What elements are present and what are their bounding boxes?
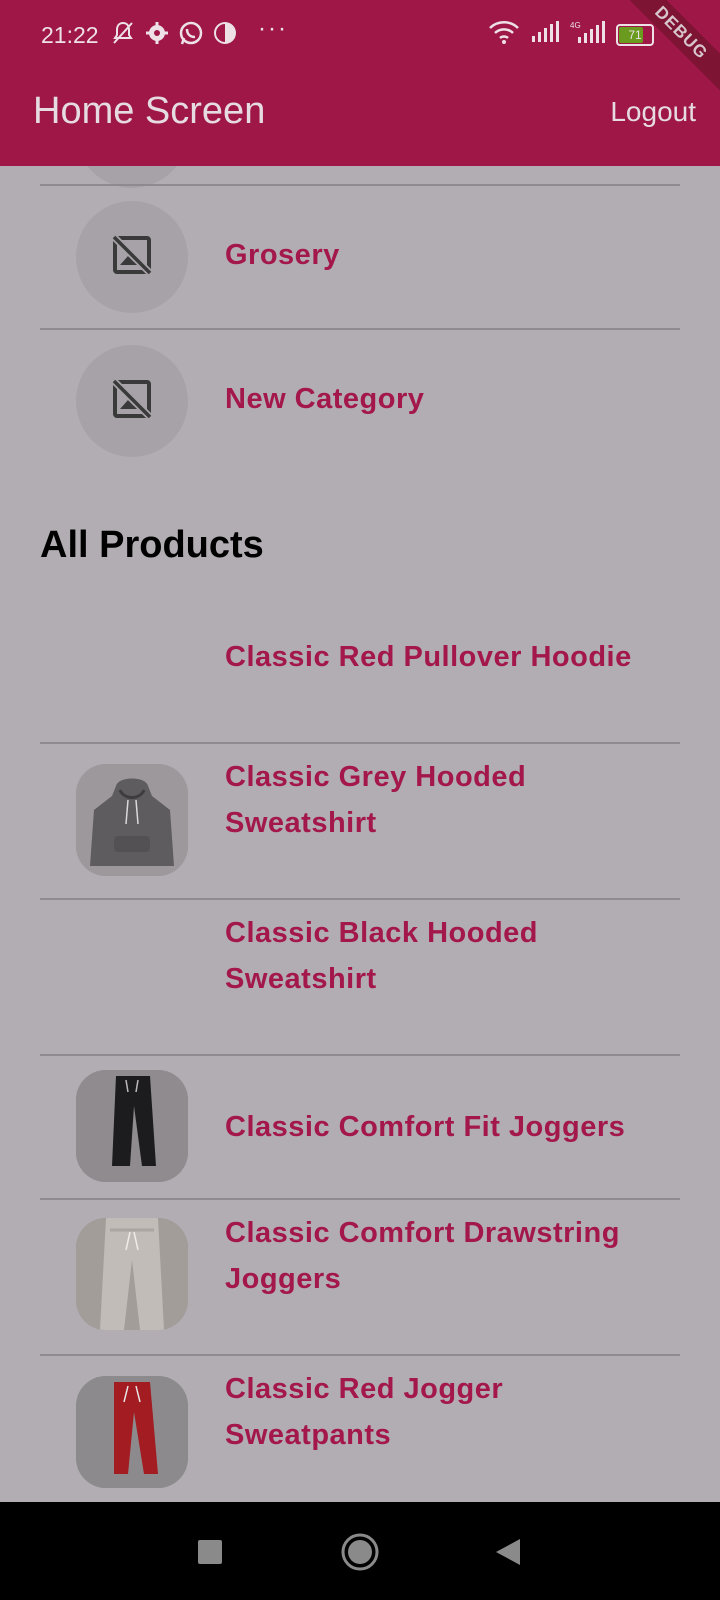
category-label: New Category	[225, 383, 425, 415]
product-label: Classic Red Jogger Sweatpants	[225, 1373, 504, 1451]
back-triangle-icon	[496, 1539, 520, 1565]
signal-4g-icon: 4G	[570, 20, 606, 49]
product-label: Classic Black Hooded Sweatshirt	[225, 917, 538, 995]
product-image-red-joggers	[76, 1376, 188, 1488]
gear-icon	[144, 18, 170, 48]
square-icon	[198, 1540, 222, 1564]
back-button[interactable]	[484, 1528, 532, 1576]
product-label: Classic Comfort Fit Joggers	[225, 1111, 626, 1143]
broken-image-icon	[111, 234, 153, 280]
product-label: Classic Grey Hooded Sweatshirt	[225, 761, 527, 839]
wifi-icon	[488, 20, 520, 49]
category-label: Grosery	[225, 239, 340, 271]
debug-banner-corner: DEBUG	[610, 0, 720, 110]
app-icon	[212, 18, 238, 48]
category-item-new-category[interactable]: New Category	[0, 330, 720, 472]
scroll-content[interactable]: Grosery New Category All Products Classi…	[0, 166, 720, 1502]
product-item[interactable]: Classic Red Jogger Sweatpants	[0, 1356, 720, 1502]
product-image-black-joggers	[76, 1070, 188, 1182]
mute-bell-icon	[110, 18, 136, 48]
notification-icons	[110, 18, 238, 48]
joggers-icon	[76, 1070, 188, 1182]
svg-text:4G: 4G	[570, 21, 581, 30]
system-nav-bar	[0, 1502, 720, 1600]
recents-button[interactable]	[186, 1528, 234, 1576]
signal-icon	[530, 21, 560, 48]
product-item[interactable]: Classic Grey Hooded Sweatshirt	[0, 744, 720, 898]
product-item[interactable]: Classic Comfort Fit Joggers	[0, 1056, 720, 1198]
status-time: 21:22	[41, 22, 99, 48]
category-item-grosery[interactable]: Grosery	[0, 186, 720, 328]
product-item[interactable]: Classic Black Hooded Sweatshirt	[0, 900, 720, 1054]
category-avatar	[76, 201, 188, 313]
product-image-grey-hoodie	[76, 764, 188, 876]
broken-image-icon	[111, 378, 153, 424]
category-avatar	[76, 345, 188, 457]
joggers-icon	[76, 1218, 188, 1330]
debug-banner: DEBUG	[618, 0, 720, 96]
product-item[interactable]: Classic Red Pullover Hoodie	[0, 612, 720, 742]
product-image-grey-joggers	[76, 1218, 188, 1330]
joggers-icon	[76, 1376, 188, 1488]
home-button[interactable]	[336, 1528, 384, 1576]
hoodie-icon	[76, 764, 188, 876]
product-item[interactable]: Classic Comfort Drawstring Joggers	[0, 1200, 720, 1354]
more-icon: ···	[258, 15, 288, 42]
product-label: Classic Red Pullover Hoodie	[225, 641, 632, 673]
section-title-all-products: All Products	[40, 524, 264, 566]
home-circle-icon	[341, 1533, 379, 1571]
product-label: Classic Comfort Drawstring Joggers	[225, 1217, 620, 1295]
page-title: Home Screen	[33, 90, 266, 132]
whatsapp-icon	[178, 18, 204, 48]
